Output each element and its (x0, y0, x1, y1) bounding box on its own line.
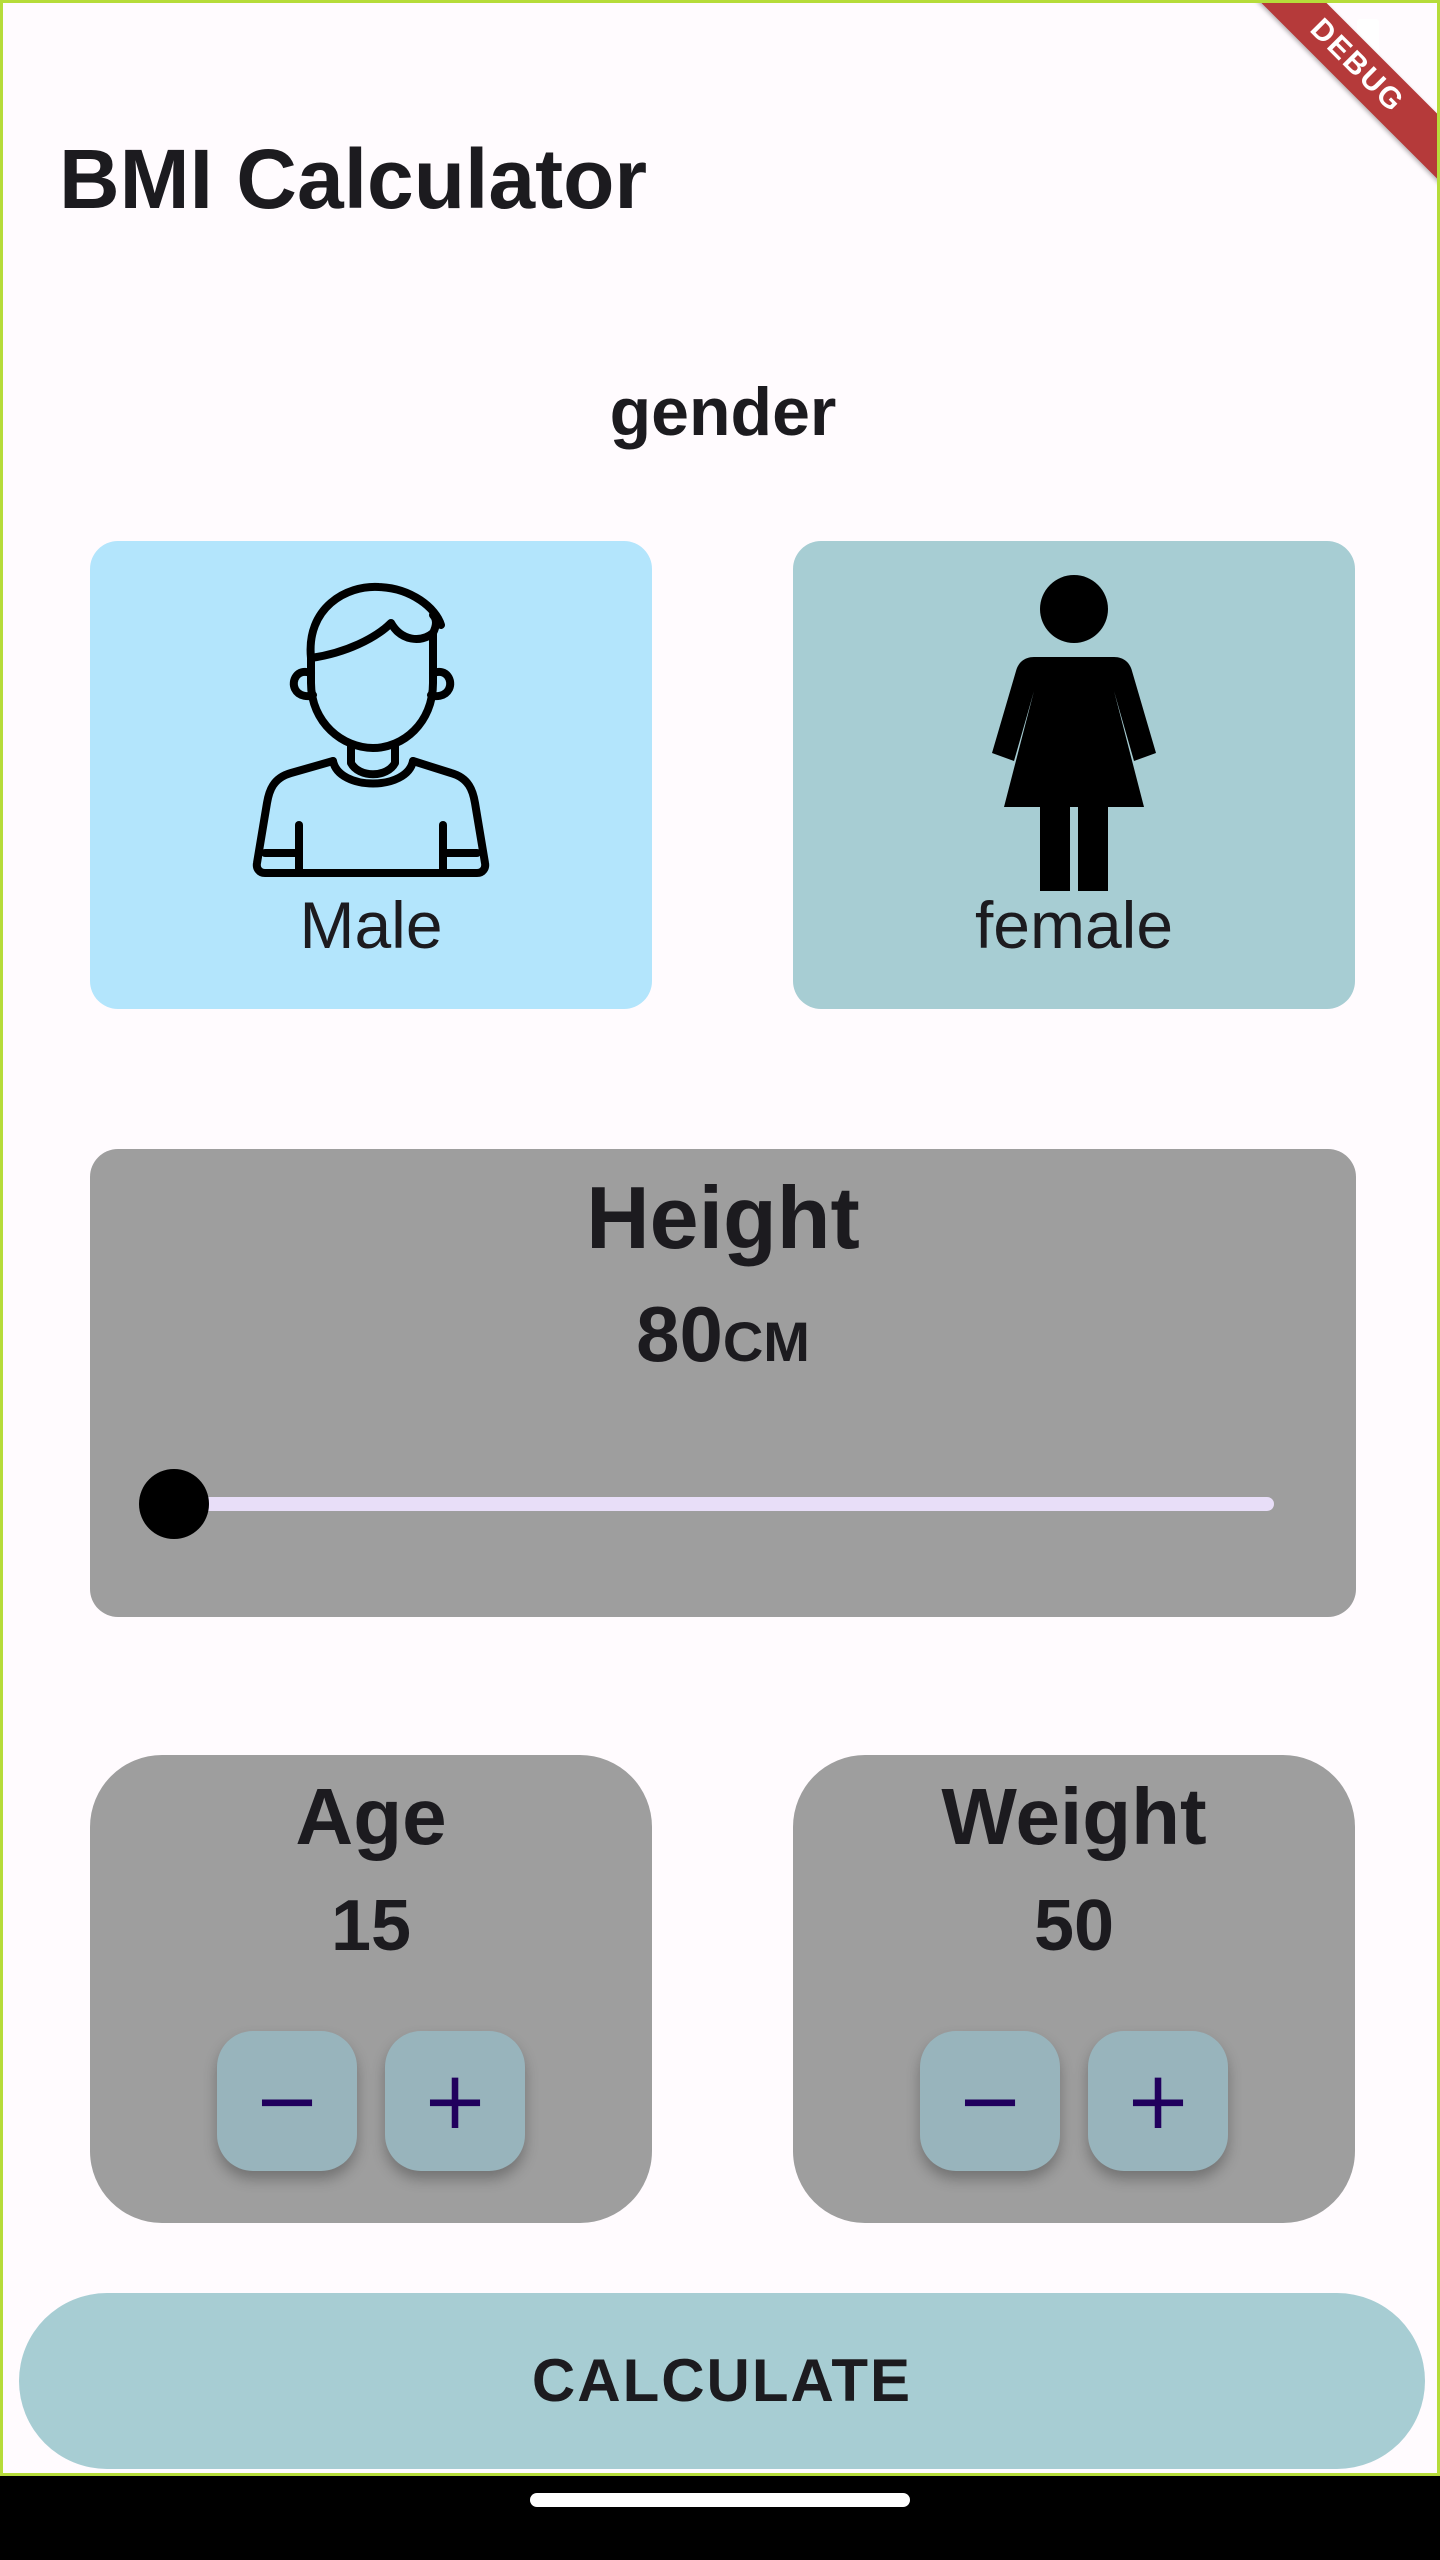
age-decrement-button[interactable]: − (217, 2031, 357, 2171)
age-card: Age 15 − + (90, 1755, 652, 2223)
female-person-icon (992, 575, 1156, 891)
height-card: Height 80CM (90, 1149, 1356, 1617)
height-number: 80 (636, 1290, 723, 1378)
age-value: 15 (330, 1886, 412, 1966)
app-screen: DEBUG BMI Calculator gender Male female … (0, 0, 1440, 2476)
male-card[interactable]: Male (90, 541, 652, 1009)
weight-card: Weight 50 − + (793, 1755, 1355, 2223)
height-slider-track[interactable] (174, 1497, 1274, 1511)
weight-title: Weight (941, 1772, 1207, 1861)
weight-decrement-button[interactable]: − (920, 2031, 1060, 2171)
height-title: Height (586, 1168, 860, 1267)
gender-title: gender (609, 374, 837, 450)
status-bar (3, 3, 1437, 83)
age-title: Age (295, 1772, 447, 1861)
weight-value: 50 (1033, 1886, 1115, 1966)
weight-increment-button[interactable]: + (1088, 2031, 1228, 2171)
app-title: BMI Calculator (59, 132, 648, 226)
calculate-button[interactable]: CALCULATE (19, 2293, 1425, 2469)
age-increment-button[interactable]: + (385, 2031, 525, 2171)
navigation-bar (0, 2476, 1440, 2560)
female-card[interactable]: female (793, 541, 1355, 1009)
height-unit: CM (722, 1310, 810, 1373)
female-label: female (974, 888, 1174, 962)
height-slider-thumb[interactable] (139, 1469, 209, 1539)
height-value: 80CM (90, 1289, 1356, 1380)
male-label: Male (299, 888, 443, 962)
male-person-icon (252, 582, 490, 877)
home-indicator[interactable] (530, 2493, 910, 2507)
